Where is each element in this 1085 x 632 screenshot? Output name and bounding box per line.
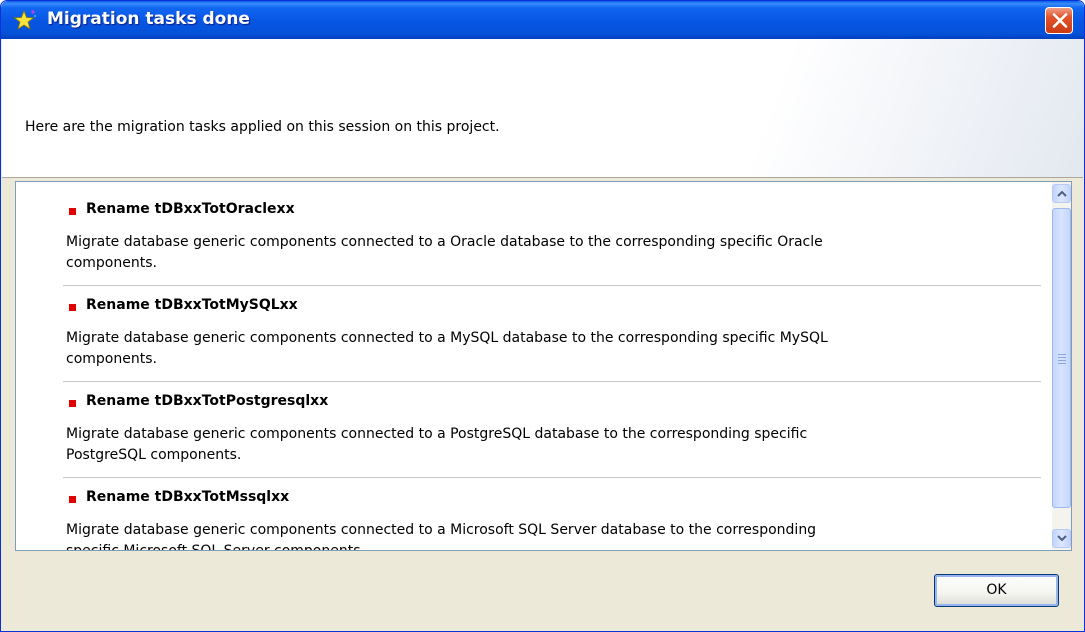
scroll-up-button[interactable] [1052, 184, 1071, 203]
task-title: Rename tDBxxTotMySQLxx [86, 297, 298, 313]
wizard-star-icon [13, 9, 36, 30]
task-description: Migrate database generic components conn… [66, 328, 1016, 370]
close-button[interactable] [1045, 7, 1073, 34]
scroll-down-button[interactable] [1052, 529, 1071, 548]
task-description-line: PostgreSQL components. [66, 447, 242, 463]
task-description-line: components. [66, 351, 157, 367]
task-title: Rename tDBxxTotMssqlxx [86, 489, 290, 505]
task-list: Rename tDBxxTotOraclexx Migrate database… [15, 181, 1072, 551]
grip-line [1058, 363, 1066, 364]
task-description-line: specific Microsoft SQL Server components… [66, 543, 365, 551]
task-description-line: Migrate database generic components conn… [66, 234, 823, 250]
task-description-line: Migrate database generic components conn… [66, 426, 808, 442]
vertical-scrollbar[interactable] [1052, 182, 1071, 550]
header-message: Here are the migration tasks applied on … [25, 119, 500, 135]
grip-line [1058, 360, 1066, 361]
task-description: Migrate database generic components conn… [66, 232, 1016, 274]
task-title: Rename tDBxxTotOraclexx [86, 201, 295, 217]
divider [63, 381, 1041, 383]
grip-line [1058, 354, 1066, 355]
chevron-down-icon [1057, 535, 1067, 542]
close-icon [1052, 13, 1068, 28]
scroll-thumb[interactable] [1052, 208, 1071, 508]
task-description: Migrate database generic components conn… [66, 424, 1016, 466]
task-description-line: Migrate database generic components conn… [66, 522, 817, 538]
task-title: Rename tDBxxTotPostgresqlxx [86, 393, 329, 409]
task-description-line: components. [66, 255, 157, 271]
chevron-up-icon [1057, 190, 1067, 197]
task-description-line: Migrate database generic components conn… [66, 330, 828, 346]
ok-button[interactable]: OK [934, 574, 1059, 607]
divider [63, 477, 1041, 479]
window-title: Migration tasks done [47, 9, 250, 29]
dialog-header: Here are the migration tasks applied on … [2, 39, 1083, 178]
grip-line [1058, 357, 1066, 358]
title-bar[interactable]: Migration tasks done [1, 1, 1084, 39]
divider [63, 285, 1041, 287]
task-description: Migrate database generic components conn… [66, 520, 1016, 551]
migration-dialog: Migration tasks done Here are the migrat… [0, 0, 1085, 632]
